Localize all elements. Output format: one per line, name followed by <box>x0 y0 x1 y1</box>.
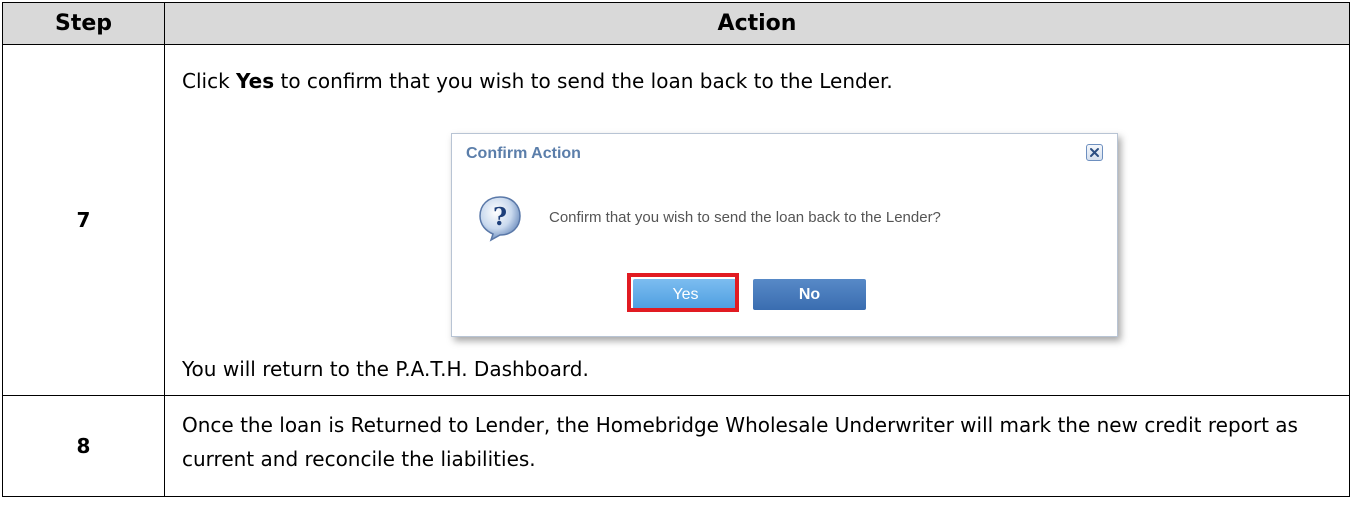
step-number: 7 <box>2 44 165 396</box>
action-cell: Click Yes to confirm that you wish to se… <box>164 44 1350 396</box>
step-column-header: Step <box>2 2 165 45</box>
step-8-text: Once the loan is Returned to Lender, the… <box>182 413 1298 471</box>
instruction-text: Click Yes to confirm that you wish to se… <box>182 64 1349 98</box>
action-column-header: Action <box>164 2 1350 45</box>
action-cell: Once the loan is Returned to Lender, the… <box>164 395 1350 497</box>
no-button[interactable]: No <box>753 279 866 310</box>
result-note: You will return to the P.A.T.H. Dashboar… <box>182 357 589 381</box>
instruction-suffix: to confirm that you wish to send the loa… <box>274 69 893 93</box>
instruction-bold-yes: Yes <box>236 69 275 93</box>
close-icon[interactable] <box>1086 144 1103 161</box>
instruction-table: Step Action 7 Click Yes to confirm that … <box>2 2 1350 497</box>
question-icon: ? <box>476 194 524 242</box>
step-number: 8 <box>2 395 165 497</box>
table-row: 7 Click Yes to confirm that you wish to … <box>2 44 1350 396</box>
dialog-message: Confirm that you wish to send the loan b… <box>549 209 941 226</box>
instruction-prefix: Click <box>182 69 237 93</box>
table-row: 8 Once the loan is Returned to Lender, t… <box>2 395 1350 497</box>
yes-button-highlight <box>627 273 739 312</box>
confirm-action-dialog: Confirm Action ? Confirm that you wish t… <box>451 133 1118 337</box>
dialog-title: Confirm Action <box>466 145 581 162</box>
svg-text:?: ? <box>493 202 507 231</box>
table-header-row: Step Action <box>2 2 1350 45</box>
